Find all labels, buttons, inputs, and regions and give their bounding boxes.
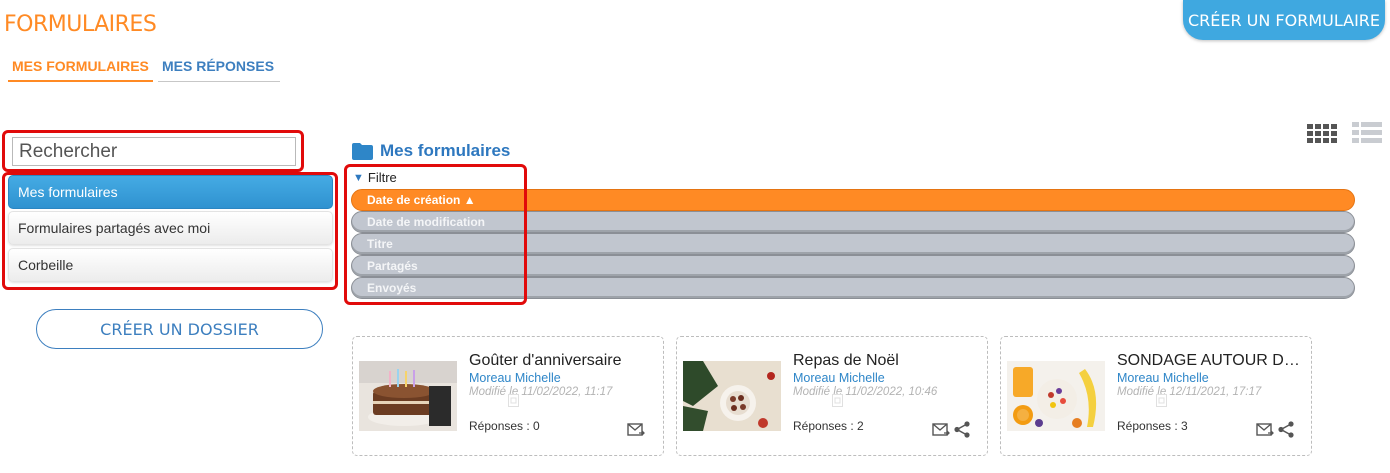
card-author: Moreau Michelle <box>1117 371 1209 385</box>
form-card[interactable]: Goûter d'anniversaire Moreau Michelle Mo… <box>352 336 664 456</box>
card-title: Repas de Noël <box>793 352 899 369</box>
tab-my-forms[interactable]: MES FORMULAIRES <box>8 58 153 82</box>
card-responses: Réponses : 2 <box>793 419 864 433</box>
document-icon <box>832 394 843 407</box>
sort-by-shared[interactable]: Partagés <box>351 255 1355 277</box>
card-responses: Réponses : 0 <box>469 419 540 433</box>
tab-my-responses[interactable]: MES RÉPONSES <box>158 58 280 82</box>
folder-icon <box>352 142 373 160</box>
list-view-icon[interactable] <box>1352 122 1382 144</box>
card-author: Moreau Michelle <box>469 371 561 385</box>
form-thumbnail <box>359 361 457 431</box>
folder-my-forms[interactable]: Mes formulaires <box>8 175 333 209</box>
filter-label: Filtre <box>367 170 397 185</box>
send-mail-icon[interactable] <box>627 423 645 437</box>
folder-trash[interactable]: Corbeille <box>8 248 333 282</box>
card-title: Goûter d'anniversaire <box>469 352 622 369</box>
sort-by-title[interactable]: Titre <box>351 233 1355 255</box>
section-title-label: Mes formulaires <box>380 141 511 160</box>
page-title: FORMULAIRES <box>4 12 157 37</box>
section-title: Mes formulaires <box>352 141 510 161</box>
form-thumbnail <box>1007 361 1105 431</box>
search-input[interactable] <box>12 137 296 166</box>
sort-by-sent[interactable]: Envoyés <box>351 277 1355 299</box>
document-icon <box>508 394 519 407</box>
share-icon[interactable] <box>1278 421 1294 438</box>
form-thumbnail <box>683 361 781 431</box>
filter-toggle[interactable]: ▼ Filtre <box>353 170 397 185</box>
sort-by-modification-date[interactable]: Date de modification <box>351 211 1355 233</box>
card-author: Moreau Michelle <box>793 371 885 385</box>
form-card[interactable]: SONDAGE AUTOUR DE L'ALIMENTATION Moreau … <box>1000 336 1312 456</box>
folder-shared-with-me[interactable]: Formulaires partagés avec moi <box>8 211 333 245</box>
card-modified-date: Modifié le 11/02/2022, 10:46 <box>793 386 938 398</box>
send-mail-icon[interactable] <box>932 423 950 437</box>
card-responses: Réponses : 3 <box>1117 419 1188 433</box>
triangle-down-icon: ▼ <box>353 171 364 184</box>
card-modified-date: Modifié le 12/11/2021, 17:17 <box>1117 386 1262 398</box>
create-form-button[interactable]: CRÉER UN FORMULAIRE <box>1183 0 1385 40</box>
form-card[interactable]: Repas de Noël Moreau Michelle Modifié le… <box>676 336 988 456</box>
sort-by-creation-date[interactable]: Date de création ▲ <box>351 189 1355 211</box>
card-title: SONDAGE AUTOUR DE L'ALIMENTATION <box>1117 352 1303 369</box>
card-modified-date: Modifié le 11/02/2022, 11:17 <box>469 386 613 398</box>
document-icon <box>1156 394 1167 407</box>
create-folder-button[interactable]: CRÉER UN DOSSIER <box>36 309 323 349</box>
share-icon[interactable] <box>954 421 970 438</box>
send-mail-icon[interactable] <box>1256 423 1274 437</box>
grid-view-icon[interactable] <box>1307 124 1339 144</box>
